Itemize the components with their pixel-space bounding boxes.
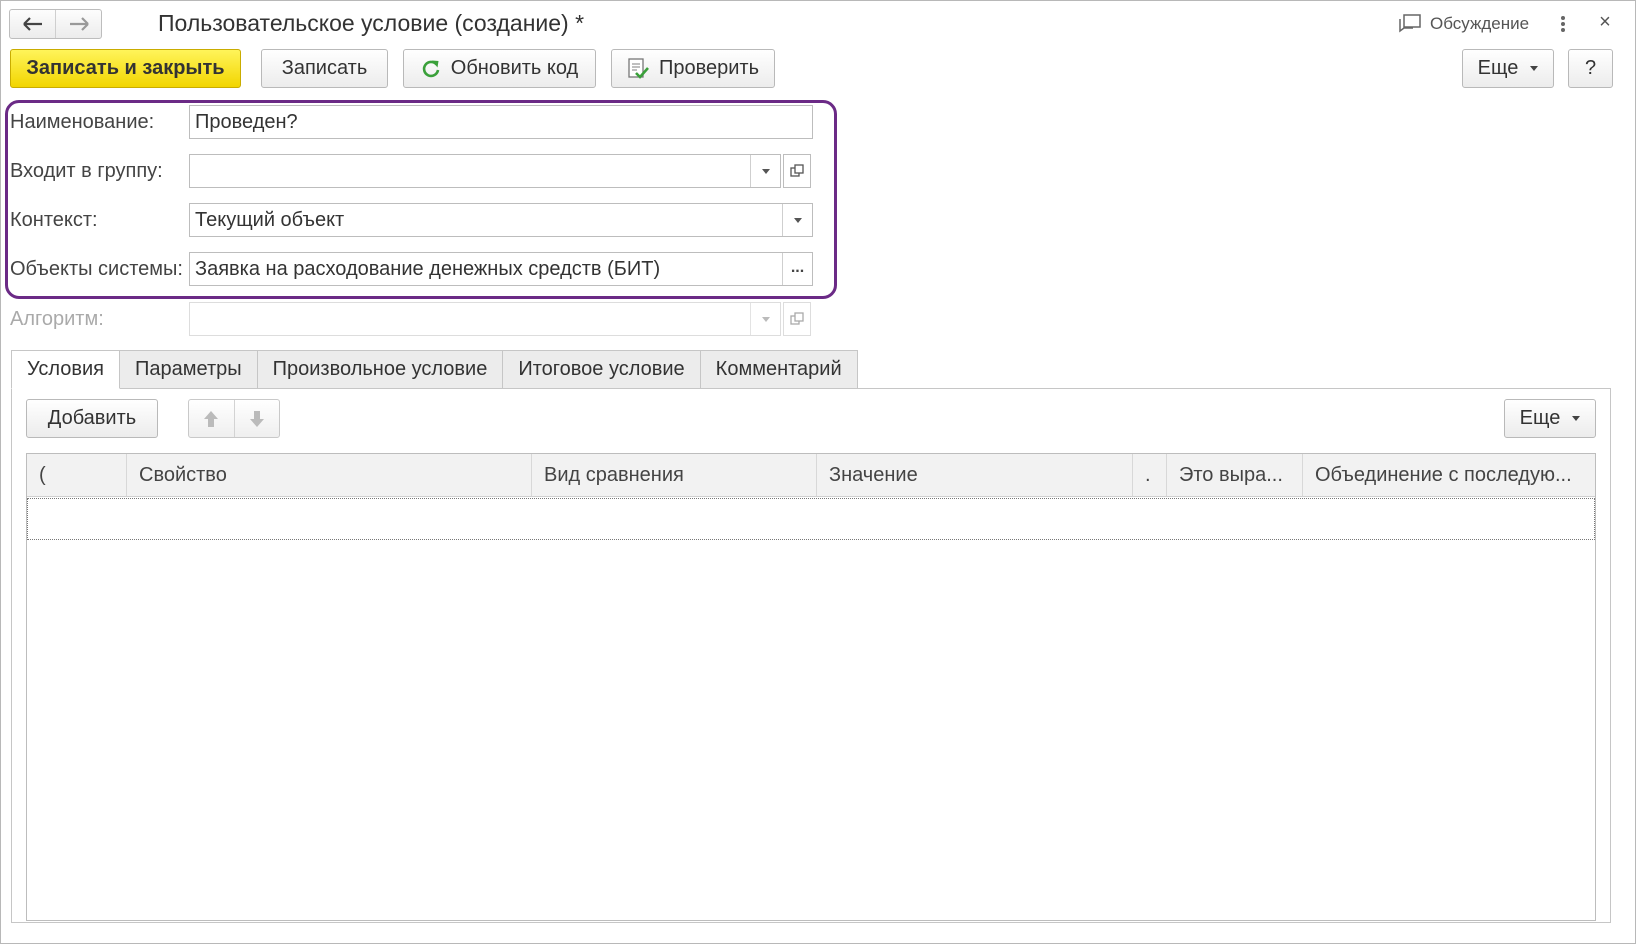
- context-field[interactable]: Текущий объект: [189, 203, 813, 237]
- chat-icon: [1399, 14, 1421, 33]
- add-button[interactable]: Добавить: [26, 399, 158, 438]
- tab-parameters[interactable]: Параметры: [120, 350, 258, 389]
- context-label: Контекст:: [10, 209, 98, 231]
- refresh-code-button[interactable]: Обновить код: [403, 49, 596, 88]
- move-up-button[interactable]: [189, 400, 234, 437]
- name-value: Проведен?: [195, 110, 298, 133]
- column-comparison[interactable]: Вид сравнения: [532, 454, 817, 496]
- save-and-close-button[interactable]: Записать и закрыть: [10, 49, 241, 88]
- arrow-down-icon: [249, 410, 264, 427]
- arrow-right-icon: [69, 17, 89, 31]
- arrow-up-icon: [204, 410, 219, 427]
- conditions-table: ( Свойство Вид сравнения Значение . Это …: [26, 453, 1596, 921]
- open-window-icon: [790, 312, 804, 325]
- column-close-paren[interactable]: .: [1133, 454, 1167, 496]
- discussion-label: Обсуждение: [1430, 14, 1530, 33]
- check-label: Проверить: [658, 57, 760, 79]
- chevron-down-icon: [761, 168, 770, 174]
- column-value[interactable]: Значение: [817, 454, 1133, 496]
- column-union[interactable]: Объединение с последую...: [1303, 454, 1595, 496]
- objects-field[interactable]: Заявка на расходование денежных средств …: [189, 252, 813, 286]
- conditions-more-label: Еще: [1519, 407, 1561, 429]
- more-label: Еще: [1477, 57, 1519, 79]
- refresh-code-label: Обновить код: [450, 57, 579, 79]
- tab-custom-condition[interactable]: Произвольное условие: [257, 350, 504, 389]
- group-label: Входит в группу:: [10, 160, 163, 182]
- move-buttons: [188, 399, 280, 438]
- open-window-icon: [790, 164, 804, 177]
- context-value: Текущий объект: [195, 208, 345, 231]
- column-property[interactable]: Свойство: [127, 454, 532, 496]
- algorithm-open-button: [783, 302, 811, 336]
- close-icon[interactable]: ×: [1595, 11, 1615, 34]
- move-down-button[interactable]: [233, 400, 280, 437]
- back-button[interactable]: [10, 10, 55, 38]
- discussion-button[interactable]: Обсуждение: [1399, 14, 1529, 34]
- tab-final-condition[interactable]: Итоговое условие: [503, 350, 701, 389]
- column-is-expression[interactable]: Это выра...: [1167, 454, 1303, 496]
- table-header: ( Свойство Вид сравнения Значение . Это …: [27, 454, 1595, 497]
- chevron-down-icon: [761, 316, 770, 322]
- name-label: Наименование:: [10, 111, 155, 133]
- objects-value: Заявка на расходование денежных средств …: [195, 257, 661, 280]
- algorithm-field: [189, 302, 781, 336]
- algorithm-label: Алгоритм:: [10, 308, 104, 330]
- table-row[interactable]: [27, 498, 1595, 540]
- more-button[interactable]: Еще: [1462, 49, 1554, 88]
- window-title: Пользовательское условие (создание) *: [158, 10, 585, 36]
- objects-select-button[interactable]: ...: [782, 253, 812, 285]
- tab-comment[interactable]: Комментарий: [700, 350, 858, 389]
- refresh-icon: [422, 60, 440, 77]
- group-dropdown-button[interactable]: [750, 155, 780, 187]
- conditions-more-button[interactable]: Еще: [1504, 399, 1596, 438]
- group-open-button[interactable]: [783, 154, 811, 188]
- chevron-down-icon: [1572, 416, 1581, 421]
- name-field[interactable]: Проведен?: [189, 105, 813, 139]
- column-open-paren[interactable]: (: [27, 454, 127, 496]
- context-dropdown-button[interactable]: [782, 204, 812, 236]
- arrow-left-icon: [22, 17, 42, 31]
- form-window: Пользовательское условие (создание) * Об…: [0, 0, 1636, 944]
- check-document-icon: [628, 57, 649, 79]
- help-button[interactable]: ?: [1568, 49, 1613, 88]
- forward-button[interactable]: [55, 10, 101, 38]
- algorithm-dropdown-button: [750, 303, 780, 335]
- objects-label: Объекты системы:: [10, 258, 183, 280]
- more-actions-icon[interactable]: [1558, 13, 1568, 35]
- history-nav: [9, 9, 102, 39]
- save-button[interactable]: Записать: [261, 49, 388, 88]
- chevron-down-icon: [793, 217, 802, 223]
- chevron-down-icon: [1530, 66, 1539, 71]
- tab-conditions[interactable]: Условия: [11, 350, 121, 389]
- check-button[interactable]: Проверить: [611, 49, 775, 88]
- group-field[interactable]: [189, 154, 781, 188]
- tab-bar: Условия Параметры Произвольное условие И…: [11, 350, 858, 389]
